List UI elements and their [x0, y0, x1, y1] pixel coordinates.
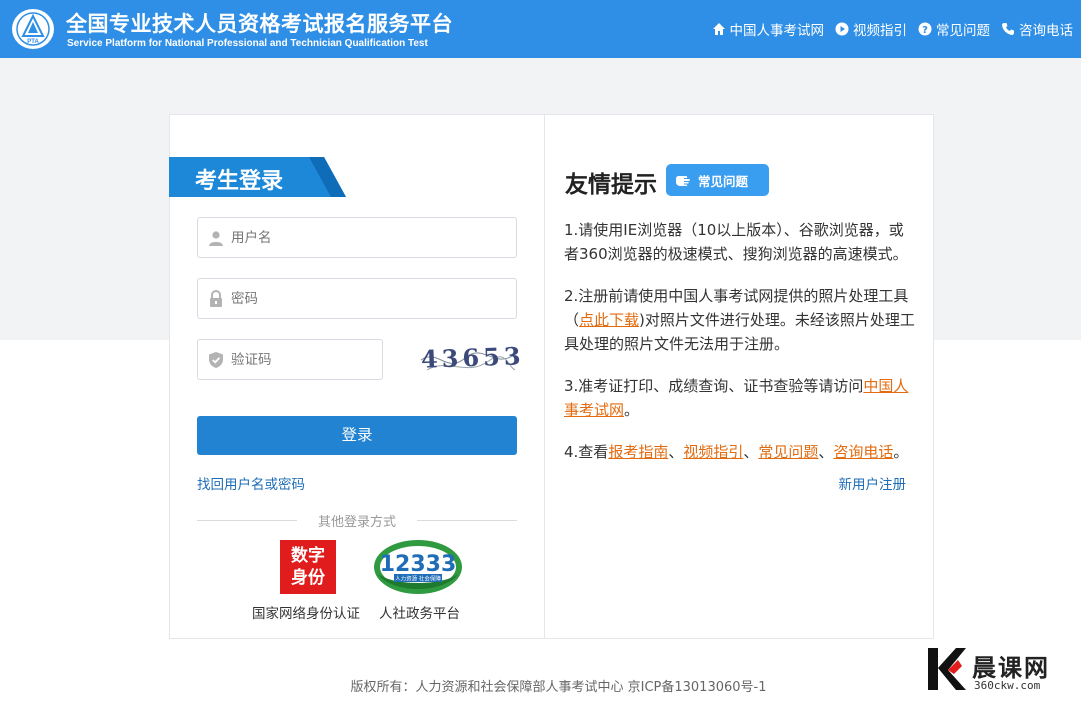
- watermark: 晨课网 360ckw.com: [926, 646, 1076, 694]
- nav-item-hotline[interactable]: 咨询电话: [1001, 19, 1073, 39]
- svg-text:?: ?: [922, 25, 928, 36]
- top-nav: 中国人事考试网 视频指引 ? 常见问题 咨询电话: [712, 19, 1073, 39]
- captcha-input[interactable]: [231, 351, 379, 368]
- lock-icon: [207, 289, 225, 308]
- captcha-text: 43653: [420, 341, 525, 374]
- watermark-url: 360ckw.com: [974, 679, 1041, 692]
- watermark-name: 晨课网: [972, 654, 1050, 682]
- digital-identity-caption[interactable]: 国家网络身份认证: [252, 602, 360, 622]
- login-card: 考生登录 43653 登录 找回用户名或密码 新用户注册 其他登录方式 数字身份: [169, 114, 934, 639]
- nav-label: 中国人事考试网: [729, 23, 825, 39]
- phone-icon: [1002, 23, 1014, 35]
- tip-item-3: 3.准考证打印、成绩查询、证书查验等请访问中国人事考试网。: [564, 377, 909, 419]
- photo-tool-download-link[interactable]: 点此下载: [579, 311, 639, 329]
- header-bar: PTA 全国专业技术人员资格考试报名服务平台 Service Platform …: [0, 0, 1081, 58]
- nav-label: 常见问题: [936, 23, 990, 39]
- logo-text: PTA: [27, 39, 39, 45]
- logo-12333-number: 12333: [380, 552, 457, 577]
- faq-badge-button[interactable]: 常见问题: [666, 164, 769, 196]
- card-divider: [544, 115, 545, 638]
- nav-item-faq[interactable]: ? 常见问题: [918, 19, 990, 39]
- login-title-banner: 考生登录: [169, 157, 346, 197]
- pta-logo[interactable]: PTA: [12, 9, 54, 49]
- video-guide-link[interactable]: 视频指引: [683, 443, 743, 461]
- nav-item-video-guide[interactable]: 视频指引: [835, 19, 907, 39]
- site-title: 全国专业技术人员资格考试报名服务平台: [66, 12, 453, 36]
- nav-item-cpta[interactable]: 中国人事考试网: [712, 19, 825, 39]
- nav-label: 咨询电话: [1019, 23, 1073, 39]
- tip-item-1: 1.请使用IE浏览器（10以上版本）、谷歌浏览器，或者360浏览器的极速模式、搜…: [564, 221, 908, 263]
- tips-title: 友情提示: [565, 172, 657, 198]
- guide-link[interactable]: 报考指南: [608, 443, 668, 461]
- captcha-image[interactable]: 43653: [417, 340, 525, 380]
- user-icon: [207, 229, 225, 247]
- tips-list: 1.请使用IE浏览器（10以上版本）、谷歌浏览器，或者360浏览器的极速模式、搜…: [564, 218, 916, 482]
- password-field[interactable]: [197, 278, 517, 319]
- question-icon: ?: [918, 22, 932, 36]
- mohrss-12333-logo[interactable]: 12333 人力资源 社会保障: [372, 538, 464, 596]
- faq-badge-label: 常见问题: [698, 173, 749, 189]
- home-icon: [712, 23, 725, 35]
- login-button[interactable]: 登录: [197, 416, 517, 455]
- forgot-credentials-link[interactable]: 找回用户名或密码: [197, 473, 305, 493]
- other-login-label: 其他登录方式: [309, 515, 404, 530]
- username-input[interactable]: [231, 229, 486, 246]
- platform-caption[interactable]: 人社政务平台: [379, 602, 460, 622]
- nav-label: 视频指引: [853, 23, 907, 39]
- play-icon: [835, 22, 849, 36]
- shield-icon: [207, 351, 225, 369]
- pointing-hand-icon: [676, 176, 690, 186]
- footer-copyright: 版权所有：人力资源和社会保障部人事考试中心 京ICP备13013060号-1: [350, 680, 767, 695]
- other-login-divider: 其他登录方式: [197, 510, 517, 530]
- tip-item-4: 4.查看报考指南、视频指引、常见问题、咨询电话。: [564, 443, 909, 461]
- password-input[interactable]: [231, 290, 486, 307]
- captcha-field[interactable]: [197, 339, 383, 380]
- digital-identity-logo[interactable]: 数字身份: [280, 540, 336, 594]
- username-field[interactable]: [197, 217, 517, 258]
- hotline-link[interactable]: 咨询电话: [833, 443, 893, 461]
- tip-item-2: 2.注册前请使用中国人事考试网提供的照片处理工具（点此下载)对照片文件进行处理。…: [564, 287, 915, 353]
- logo-12333-sub: 人力资源 社会保障: [395, 575, 441, 583]
- site-subtitle: Service Platform for National Profession…: [67, 38, 428, 49]
- k-logo-icon: [928, 648, 966, 690]
- login-title: 考生登录: [195, 169, 284, 194]
- faq-link[interactable]: 常见问题: [758, 443, 818, 461]
